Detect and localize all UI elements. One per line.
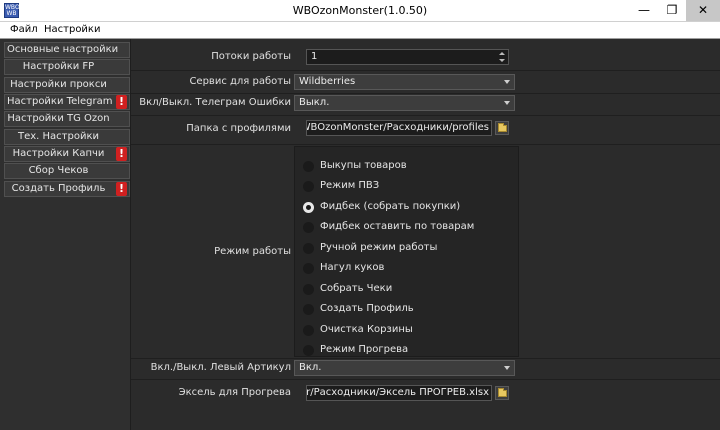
sidebar-item-telegram-settings[interactable]: Настройки Telegram ! xyxy=(4,94,130,110)
radio-icon xyxy=(303,222,314,233)
radio-icon xyxy=(303,345,314,356)
threads-stepper[interactable]: 1 xyxy=(306,49,509,65)
settings-panel: Потоки работы 1 Сервис для работы Wildbe… xyxy=(131,39,720,430)
chevron-down-icon xyxy=(504,101,510,105)
radio-icon xyxy=(303,304,314,315)
threads-label: Потоки работы xyxy=(211,51,291,62)
sidebar-item-captcha-settings[interactable]: Настройки Капчи ! xyxy=(4,146,130,162)
sidebar-item-tg-ozon-settings[interactable]: Настройки TG Ozon xyxy=(4,111,130,127)
row-divider xyxy=(131,93,720,94)
sidebar-item-collect-receipts[interactable]: Сбор Чеков xyxy=(4,163,130,179)
sidebar-item-label: Основные настройки xyxy=(7,44,119,55)
minimize-button[interactable]: — xyxy=(630,0,658,21)
left-article-select[interactable]: Вкл. xyxy=(294,360,515,376)
mode-option-label: Фидбек (собрать покупки) xyxy=(320,201,461,212)
left-article-value: Вкл. xyxy=(299,362,322,373)
mode-option-label: Нагул куков xyxy=(320,262,385,273)
warmup-excel-path: Monster/Расходники/Эксель ПРОГРЕВ.xlsx xyxy=(306,387,489,398)
menu-bar: Файл Настройки xyxy=(0,22,720,39)
service-label: Сервис для работы xyxy=(189,76,291,87)
warmup-excel-field[interactable]: Monster/Расходники/Эксель ПРОГРЕВ.xlsx xyxy=(306,385,492,401)
sidebar-item-label: Настройки Telegram xyxy=(7,96,113,107)
profiles-folder-field[interactable]: sktop/WBOzonMonster/Расходники/profiles xyxy=(306,120,492,136)
profiles-folder-path: sktop/WBOzonMonster/Расходники/profiles xyxy=(307,122,489,133)
radio-checked-icon xyxy=(303,202,314,213)
sidebar-item-label: Настройки TG Ozon xyxy=(7,113,110,124)
mode-option-label: Режим ПВЗ xyxy=(320,180,380,191)
mode-option-label: Очистка Корзины xyxy=(320,324,413,335)
radio-icon xyxy=(303,181,314,192)
sidebar-item-label: Настройки FP xyxy=(22,61,95,72)
radio-icon xyxy=(303,243,314,254)
chevron-down-icon xyxy=(504,366,510,370)
service-select[interactable]: Wildberries xyxy=(294,74,515,90)
row-divider xyxy=(131,70,720,71)
row-divider xyxy=(131,379,720,380)
sidebar-item-tech-settings[interactable]: Тех. Настройки xyxy=(4,129,130,145)
tg-errors-label: Вкл/Выкл. Телеграм Ошибки xyxy=(139,97,291,108)
warning-icon: ! xyxy=(116,182,127,196)
sidebar-item-label: Настройки прокси xyxy=(10,79,107,90)
left-article-label: Вкл./Выкл. Левый Артикул xyxy=(150,362,291,373)
warning-icon: ! xyxy=(116,147,127,161)
sidebar-item-label: Создать Профиль xyxy=(11,183,106,194)
menu-file[interactable]: Файл xyxy=(10,24,38,35)
sidebar-item-fp-settings[interactable]: Настройки FP xyxy=(4,59,130,75)
title-bar: WBOZ WB WBOzonMonster(1.0.50) — ❐ ✕ xyxy=(0,0,720,22)
row-divider xyxy=(131,358,720,359)
radio-icon xyxy=(303,325,314,336)
spin-arrows-icon[interactable] xyxy=(497,50,506,64)
close-button[interactable]: ✕ xyxy=(686,0,720,21)
radio-icon xyxy=(303,284,314,295)
browse-profiles-button[interactable] xyxy=(495,121,509,135)
tg-errors-value: Выкл. xyxy=(299,97,330,108)
chevron-down-icon xyxy=(504,80,510,84)
mode-radio-group: Выкупы товаров Режим ПВЗ Фидбек (собрать… xyxy=(294,146,519,357)
sidebar-item-label: Тех. Настройки xyxy=(17,131,99,142)
sidebar: Основные настройки Настройки FP Настройк… xyxy=(0,39,131,430)
mode-option-label: Фидбек оставить по товарам xyxy=(320,221,475,232)
mode-option-label: Собрать Чеки xyxy=(320,283,393,294)
folder-icon xyxy=(498,388,507,397)
warning-icon: ! xyxy=(116,95,127,109)
window-title: WBOzonMonster(1.0.50) xyxy=(292,4,428,17)
tg-errors-select[interactable]: Выкл. xyxy=(294,95,515,111)
sidebar-item-label: Настройки Капчи xyxy=(12,148,105,159)
profiles-folder-label: Папка с профилями xyxy=(186,123,291,134)
radio-icon xyxy=(303,161,314,172)
mode-option-label: Выкупы товаров xyxy=(320,160,407,171)
sidebar-item-label: Сбор Чеков xyxy=(28,165,89,176)
row-divider xyxy=(131,144,720,145)
row-divider xyxy=(131,115,720,116)
maximize-button[interactable]: ❐ xyxy=(658,0,686,21)
service-value: Wildberries xyxy=(299,76,356,87)
radio-icon xyxy=(303,263,314,274)
menu-settings[interactable]: Настройки xyxy=(44,24,100,35)
threads-value: 1 xyxy=(311,51,318,62)
sidebar-item-main-settings[interactable]: Основные настройки xyxy=(4,42,130,58)
sidebar-item-proxy-settings[interactable]: Настройки прокси xyxy=(4,77,130,93)
warmup-excel-label: Эксель для Прогрева xyxy=(178,387,291,398)
folder-icon xyxy=(498,123,507,132)
sidebar-item-create-profile[interactable]: Создать Профиль ! xyxy=(4,181,130,197)
mode-option-label: Создать Профиль xyxy=(320,303,414,314)
browse-excel-button[interactable] xyxy=(495,386,509,400)
mode-label: Режим работы xyxy=(214,246,291,257)
mode-option-label: Ручной режим работы xyxy=(320,242,438,253)
mode-option-label: Режим Прогрева xyxy=(320,344,409,355)
